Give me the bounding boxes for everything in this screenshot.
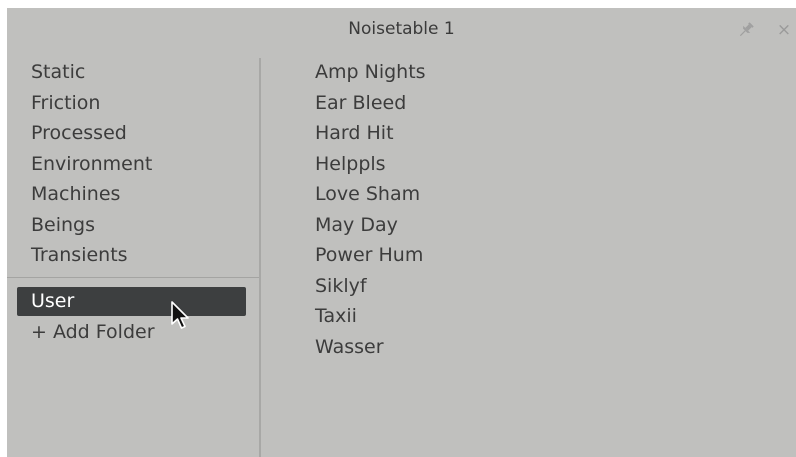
category-divider (7, 277, 259, 278)
category-item-static[interactable]: Static (7, 57, 259, 88)
close-icon[interactable]: × (776, 20, 792, 40)
category-item-transients[interactable]: Transients (7, 240, 259, 271)
mouse-pointer-icon (171, 301, 189, 329)
category-item-environment[interactable]: Environment (7, 149, 259, 180)
preset-item[interactable]: May Day (303, 210, 603, 241)
window-title: Noisetable 1 (348, 19, 455, 39)
preset-list: Amp Nights Ear Bleed Hard Hit Helppls Lo… (303, 57, 603, 362)
preset-item[interactable]: Love Sham (303, 179, 603, 210)
panel-divider[interactable] (259, 58, 261, 457)
title-bar[interactable]: Noisetable 1 × (7, 8, 796, 54)
category-item-machines[interactable]: Machines (7, 179, 259, 210)
preset-item[interactable]: Hard Hit (303, 118, 603, 149)
category-item-processed[interactable]: Processed (7, 118, 259, 149)
category-list: Static Friction Processed Environment Ma… (7, 57, 259, 271)
preset-item[interactable]: Power Hum (303, 240, 603, 271)
category-item-friction[interactable]: Friction (7, 88, 259, 119)
preset-item[interactable]: Siklyf (303, 271, 603, 302)
noisetable-window: Noisetable 1 × Static Friction Processed… (7, 8, 796, 457)
category-item-beings[interactable]: Beings (7, 210, 259, 241)
user-folder-list: User + Add Folder (7, 287, 259, 348)
preset-item[interactable]: Ear Bleed (303, 88, 603, 119)
preset-item[interactable]: Taxii (303, 301, 603, 332)
folder-item-user[interactable]: User (17, 287, 246, 316)
add-folder-button[interactable]: + Add Folder (7, 317, 259, 348)
preset-item[interactable]: Amp Nights (303, 57, 603, 88)
preset-item[interactable]: Wasser (303, 332, 603, 363)
pin-icon[interactable] (736, 20, 756, 40)
preset-item[interactable]: Helppls (303, 149, 603, 180)
